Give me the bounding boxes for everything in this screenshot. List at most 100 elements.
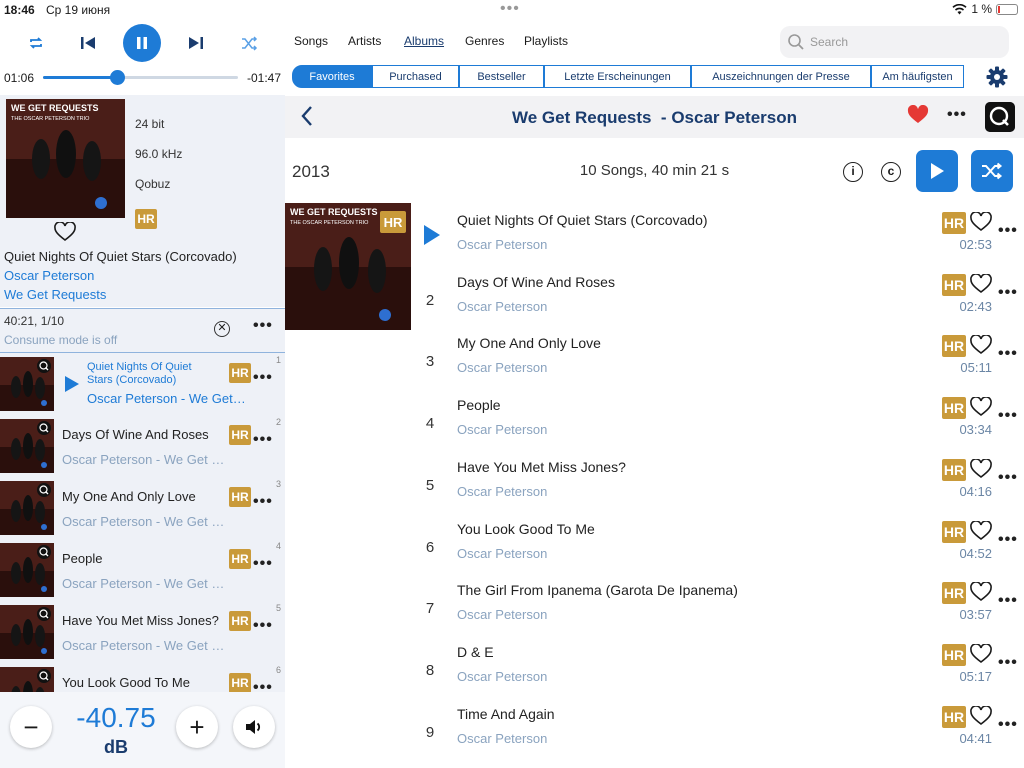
info-icon[interactable]: i <box>843 162 863 182</box>
queue-item[interactable]: 4 People Oscar Peterson - We Get Requests H… <box>0 539 285 601</box>
track-more-button[interactable]: ••• <box>998 222 1018 240</box>
qobuz-logo-icon[interactable] <box>985 102 1015 132</box>
now-playing-album[interactable]: We Get Requests <box>4 287 106 302</box>
track-more-button[interactable]: ••• <box>998 592 1018 610</box>
nav-genres[interactable]: Genres <box>465 34 504 48</box>
play-album-button[interactable] <box>916 150 958 192</box>
track-row[interactable]: 5 Have You Met Miss Jones? Oscar Peterson H… <box>420 457 1024 521</box>
heart-icon[interactable] <box>970 519 992 541</box>
album-more-button[interactable]: ••• <box>947 106 967 124</box>
heart-icon[interactable] <box>970 334 992 355</box>
track-more-button[interactable]: ••• <box>998 469 1018 487</box>
nav-albums[interactable]: Albums <box>404 34 444 48</box>
mute-button[interactable] <box>233 706 275 748</box>
queue-thumbnail <box>0 667 54 692</box>
pause-button[interactable] <box>123 24 161 62</box>
copyright-icon[interactable]: c <box>881 162 901 182</box>
track-more-button[interactable]: ••• <box>998 284 1018 302</box>
queue-item-more-button[interactable]: ••• <box>253 493 273 511</box>
track-row[interactable]: Quiet Nights Of Quiet Stars (Corcovado) O… <box>420 211 1024 274</box>
queue-item[interactable]: 6You Look Good To MeOscar Peterson - We … <box>0 663 285 692</box>
track-more-button[interactable]: ••• <box>998 407 1018 425</box>
previous-button[interactable] <box>69 24 107 62</box>
nav-songs[interactable]: Songs <box>294 34 328 48</box>
chip-0[interactable]: Favorites <box>292 65 372 88</box>
track-more-button[interactable]: ••• <box>998 531 1018 549</box>
track-row[interactable]: 7 The Girl From Ipanema (Garota De Ipanem… <box>420 581 1024 644</box>
queue-item[interactable]: 3 My One And Only Love Oscar Peterson - We… <box>0 477 285 539</box>
track-row[interactable]: 8 D & E Oscar Peterson HR 05:17 ••• <box>420 643 1024 706</box>
track-row[interactable]: 4 People Oscar Peterson HR 03:34 ••• <box>420 396 1024 459</box>
track-row[interactable]: 2 Days Of Wine And Roses Oscar Peterson HR 0… <box>420 272 1024 336</box>
track-more-button[interactable]: ••• <box>998 716 1018 734</box>
track-more-button[interactable]: ••• <box>998 345 1018 363</box>
search-icon <box>788 34 804 50</box>
queue-item-more-button[interactable]: ••• <box>253 431 273 449</box>
track-artist[interactable]: Oscar Peterson <box>457 731 547 746</box>
queue-item[interactable]: 1 Quiet Nights Of Quiet Stars (Corcovado)… <box>0 353 285 415</box>
multitasking-dots-icon[interactable]: ••• <box>500 0 520 18</box>
now-playing-artist[interactable]: Oscar Peterson <box>4 268 94 283</box>
heart-icon[interactable] <box>970 211 992 232</box>
track-artist[interactable]: Oscar Peterson <box>457 484 547 499</box>
heart-icon[interactable] <box>970 643 992 664</box>
heart-icon[interactable] <box>970 396 992 417</box>
queue-item-more-button[interactable]: ••• <box>253 369 273 387</box>
track-title: D & E <box>457 643 494 660</box>
volume-control: − -40.75 dB + <box>0 692 285 768</box>
next-button[interactable] <box>177 24 215 62</box>
heart-icon[interactable] <box>970 704 992 726</box>
heart-icon[interactable] <box>54 222 76 242</box>
progress-slider[interactable] <box>43 70 238 85</box>
queue-item-more-button[interactable]: ••• <box>253 679 273 692</box>
track-artist[interactable]: Oscar Peterson <box>457 299 547 314</box>
favorite-heart-icon[interactable] <box>907 105 929 125</box>
chip-1[interactable]: Purchased <box>372 65 459 88</box>
heart-icon[interactable] <box>970 581 992 602</box>
queue-list[interactable]: 1 Quiet Nights Of Quiet Stars (Corcovado)… <box>0 352 285 692</box>
shuffle-button[interactable] <box>230 24 268 62</box>
remaining-time: -01:47 <box>246 71 281 85</box>
queue-item[interactable]: 5 Have You Met Miss Jones? Oscar Peterson … <box>0 601 285 663</box>
volume-down-button[interactable]: − <box>10 706 52 748</box>
nav-playlists[interactable]: Playlists <box>524 34 568 48</box>
gear-icon[interactable] <box>986 66 1008 88</box>
current-time: 01:06 <box>4 71 35 85</box>
track-artist[interactable]: Oscar Peterson <box>457 669 547 684</box>
heart-icon[interactable] <box>970 272 992 294</box>
progress-knob[interactable] <box>110 70 126 85</box>
track-artist[interactable]: Oscar Peterson <box>457 360 547 375</box>
queue-more-button[interactable]: ••• <box>253 317 273 335</box>
chip-5[interactable]: Am häufigsten <box>871 65 964 88</box>
skip-previous-icon <box>81 37 95 49</box>
album-cover[interactable]: WE GET REQUESTS THE OSCAR PETERSON TRIO <box>6 99 125 218</box>
volume-up-button[interactable]: + <box>176 706 218 748</box>
clear-queue-icon[interactable]: ✕ <box>214 321 230 337</box>
album-cover-large[interactable]: WE GET REQUESTS THE OSCAR PETERSON TRIO … <box>285 203 411 330</box>
track-row[interactable]: 9 Time And Again Oscar Peterson HR 04:41 ••• <box>420 704 1024 768</box>
hr-badge: HR <box>229 363 251 383</box>
queue-item-title: My One And Only Love <box>62 489 196 504</box>
queue-item-more-button[interactable]: ••• <box>253 617 273 635</box>
chip-2[interactable]: Bestseller <box>459 65 544 88</box>
nav-artists[interactable]: Artists <box>348 34 381 48</box>
chip-3[interactable]: Letzte Erscheinungen <box>544 65 691 88</box>
queue-item[interactable]: 2 Days Of Wine And Roses Oscar Peterson - … <box>0 415 285 477</box>
track-more-button[interactable]: ••• <box>998 654 1018 672</box>
search-input[interactable]: Search <box>780 26 1009 58</box>
track-row[interactable]: 3 My One And Only Love Oscar Peterson HR 05:… <box>420 334 1024 397</box>
svg-text:THE OSCAR PETERSON TRIO: THE OSCAR PETERSON TRIO <box>11 116 90 122</box>
track-artist[interactable]: Oscar Peterson <box>457 422 547 437</box>
chip-4[interactable]: Auszeichnungen der Presse <box>691 65 871 88</box>
hr-badge: HR <box>229 673 251 692</box>
queue-item-number: 3 <box>275 479 281 489</box>
queue-item-more-button[interactable]: ••• <box>253 555 273 573</box>
track-row[interactable]: 6 You Look Good To Me Oscar Peterson HR 04:5… <box>420 519 1024 583</box>
repeat-button[interactable] <box>17 24 55 62</box>
track-artist[interactable]: Oscar Peterson <box>457 546 547 561</box>
track-artist[interactable]: Oscar Peterson <box>457 237 547 252</box>
shuffle-album-button[interactable] <box>971 150 1013 192</box>
shuffle-icon <box>241 35 257 51</box>
heart-icon[interactable] <box>970 457 992 479</box>
track-artist[interactable]: Oscar Peterson <box>457 607 547 622</box>
